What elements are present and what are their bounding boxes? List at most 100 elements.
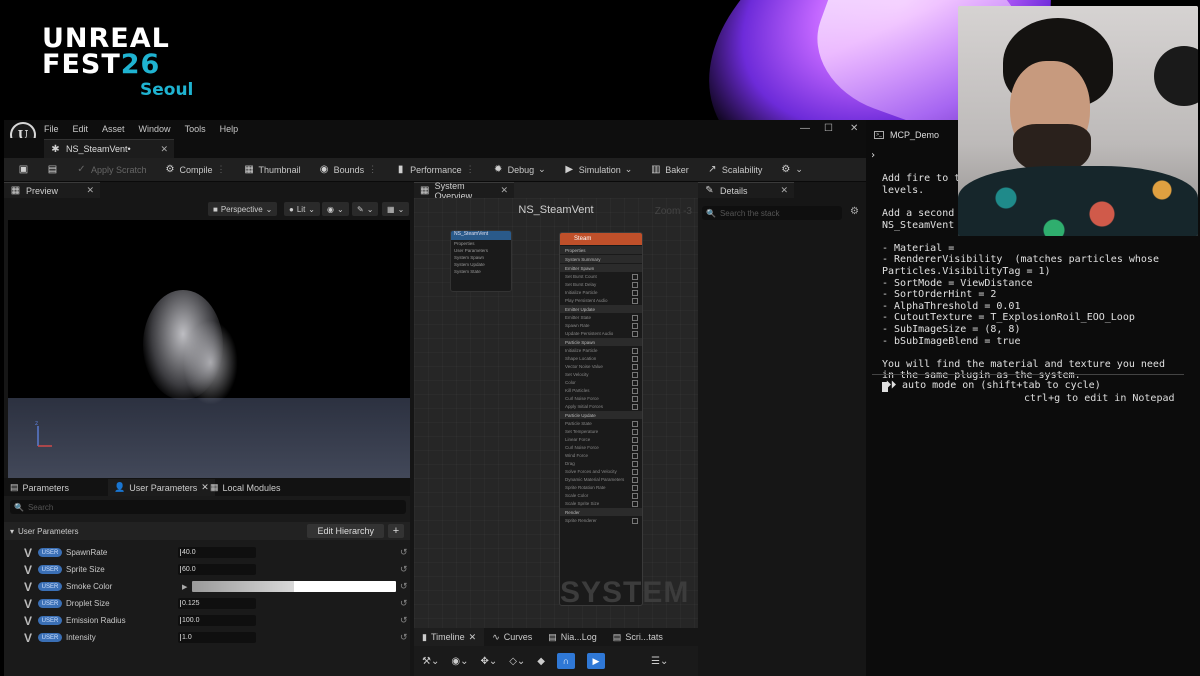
emitter-section-header[interactable]: Particle Spawn xyxy=(560,338,642,346)
emitter-module[interactable]: Initialize Particle xyxy=(560,288,642,296)
tab-curves[interactable]: ∿ Curves xyxy=(484,628,540,646)
stack-search-input[interactable]: 🔍 Search the stack xyxy=(702,206,842,220)
emitter-module[interactable]: Set Velocity xyxy=(560,370,642,378)
tab-parameters[interactable]: ▤ Parameters xyxy=(4,479,75,496)
emitter-module[interactable]: Apply Initial Forces xyxy=(560,402,642,410)
close-icon[interactable]: ✕ xyxy=(850,123,858,134)
thumbnail-button[interactable]: ▦ Thumbnail xyxy=(238,160,307,180)
tab-timeline[interactable]: ▮ Timeline ✕ xyxy=(414,628,485,646)
perspective-dropdown[interactable]: ■ Perspective ⌄ xyxy=(208,202,278,216)
emitter-module[interactable]: Vector Noise Value xyxy=(560,362,642,370)
emitter-module[interactable]: Scale Sprite Size xyxy=(560,499,642,507)
bounds-button[interactable]: ◉ Bounds ⋮ xyxy=(313,160,384,180)
emitter-module[interactable]: Emitter State xyxy=(560,313,642,321)
emitter-module[interactable]: Solve Forces and Velocity xyxy=(560,467,642,475)
menu-window[interactable]: Window xyxy=(139,124,171,134)
save-button[interactable]: ▣ xyxy=(12,160,35,180)
compile-button[interactable]: ⚙ Compile ⋮ xyxy=(159,160,232,180)
show-dropdown[interactable]: ◉ ⌄ xyxy=(322,202,349,216)
emitter-node[interactable]: Steam Properties System Summary Emitter Sp… xyxy=(559,232,643,606)
layout-dropdown[interactable]: ▦ ⌄ xyxy=(382,202,410,216)
browse-button[interactable]: ▤ xyxy=(41,160,64,180)
tab-niagara-log[interactable]: ▤ Nia...Log xyxy=(540,628,605,646)
emitter-module[interactable]: Curl Noise Force xyxy=(560,394,642,402)
emitter-node-header[interactable]: Steam xyxy=(560,233,642,245)
emitter-module[interactable]: Particle State xyxy=(560,419,642,427)
param-row-sprite-size[interactable]: V USER Sprite Size 60.0 ↺ xyxy=(4,561,410,578)
emitter-module[interactable]: Sprite Renderer xyxy=(560,516,642,524)
emitter-module[interactable]: Set Temperature xyxy=(560,427,642,435)
emitter-module[interactable]: Initialize Particle xyxy=(560,346,642,354)
reset-icon[interactable]: ↺ xyxy=(400,615,408,626)
simulation-dropdown[interactable]: ▶ Simulation ⌄ xyxy=(558,160,639,180)
reset-icon[interactable]: ↺ xyxy=(400,564,408,575)
param-value-field[interactable]: 60.0 xyxy=(178,564,256,575)
close-tab-icon[interactable]: ✕ xyxy=(86,185,94,196)
emitter-module[interactable]: Shape Location xyxy=(560,354,642,362)
system-node-line[interactable]: Properties xyxy=(451,240,511,247)
tab-scratch-stats[interactable]: ▤ Scri...tats xyxy=(605,628,671,646)
emitter-module[interactable]: Wind Force xyxy=(560,451,642,459)
emitter-module[interactable]: Play Persistent Audio xyxy=(560,296,642,304)
close-tab-icon[interactable]: ✕ xyxy=(500,185,508,196)
tools-dropdown[interactable]: ✎ ⌄ xyxy=(352,202,379,216)
menu-tools[interactable]: Tools xyxy=(185,124,206,134)
close-tab-icon[interactable]: ✕ xyxy=(469,632,477,643)
emitter-module[interactable]: Color xyxy=(560,378,642,386)
tab-preview[interactable]: ▦ Preview ✕ xyxy=(4,182,100,198)
debug-dropdown[interactable]: ✹ Debug ⌄ xyxy=(487,160,552,180)
tab-local-modules[interactable]: ▦ Local Modules xyxy=(204,479,287,496)
system-node-line[interactable]: System Spawn xyxy=(451,254,511,261)
reset-icon[interactable]: ↺ xyxy=(400,581,408,592)
add-parameter-button[interactable]: + xyxy=(388,524,404,538)
preview-viewport[interactable]: z xyxy=(8,220,410,478)
param-value-field[interactable]: 40.0 xyxy=(178,547,256,558)
wrench-icon[interactable]: ⚒⌄ xyxy=(422,656,439,667)
color-swatch[interactable] xyxy=(192,581,396,592)
lit-dropdown[interactable]: ● Lit ⌄ xyxy=(284,202,320,216)
emitter-module[interactable]: Dynamic Material Parameters xyxy=(560,475,642,483)
menu-edit[interactable]: Edit xyxy=(73,124,89,134)
eye-icon[interactable]: ◉⌄ xyxy=(451,656,468,667)
emitter-module[interactable]: Update Persistent Audio xyxy=(560,329,642,337)
param-row-intensity[interactable]: V USER Intensity 1.0 ↺ xyxy=(4,629,410,646)
param-row-droplet-size[interactable]: V USER Droplet Size 0.125 ↺ xyxy=(4,595,410,612)
transform-icon[interactable]: ✥⌄ xyxy=(480,656,497,667)
emitter-section-header[interactable]: Emitter Spawn xyxy=(560,264,642,272)
close-tab-icon[interactable]: ✕ xyxy=(160,144,168,155)
emitter-module[interactable]: Drag xyxy=(560,459,642,467)
menu-asset[interactable]: Asset xyxy=(102,124,125,134)
emitter-section-header[interactable]: Render xyxy=(560,508,642,516)
document-tab[interactable]: ✱ NS_SteamVent• ✕ xyxy=(44,139,174,158)
emitter-module[interactable]: Set Burst Count xyxy=(560,272,642,280)
playhead-icon[interactable]: ▶ xyxy=(587,653,605,669)
emitter-module[interactable]: Curl Noise Force xyxy=(560,443,642,451)
edit-hierarchy-button[interactable]: Edit Hierarchy xyxy=(307,524,384,538)
overview-graph-canvas[interactable]: NS_SteamVent Zoom -3 NS_SteamVent Proper… xyxy=(414,198,698,628)
emitter-module[interactable]: Kill Particles xyxy=(560,386,642,394)
tab-system-overview[interactable]: ▦ System Overview ✕ xyxy=(414,181,514,201)
emitter-module[interactable]: Sprite Rotation Rate xyxy=(560,483,642,491)
close-tab-icon[interactable]: ✕ xyxy=(780,185,788,196)
user-parameters-header[interactable]: ▾ User Parameters Edit Hierarchy + xyxy=(4,522,410,540)
emitter-module[interactable]: Set Burst Delay xyxy=(560,280,642,288)
system-node-line[interactable]: System Update xyxy=(451,261,511,268)
menu-file[interactable]: File xyxy=(44,124,59,134)
emitter-section-header[interactable]: Particle Update xyxy=(560,411,642,419)
emitter-section-header[interactable]: Properties xyxy=(560,246,642,254)
performance-button[interactable]: ▮ Performance ⋮ xyxy=(389,160,481,180)
system-node-line[interactable]: System State xyxy=(451,268,511,275)
key-icon[interactable]: ◇⌄ xyxy=(509,656,525,667)
param-value-field[interactable]: 100.0 xyxy=(178,615,256,626)
snap-icon[interactable]: ∩ xyxy=(557,653,575,669)
param-row-emission-radius[interactable]: V USER Emission Radius 100.0 ↺ xyxy=(4,612,410,629)
apply-scratch-button[interactable]: ✓ Apply Scratch xyxy=(70,160,153,180)
param-value-field[interactable]: 1.0 xyxy=(178,632,256,643)
minimize-icon[interactable]: — xyxy=(800,123,810,134)
reset-icon[interactable]: ↺ xyxy=(400,598,408,609)
gear-icon[interactable]: ⚙ xyxy=(850,206,859,217)
param-row-spawnrate[interactable]: V USER SpawnRate 40.0 ↺ xyxy=(4,544,410,561)
emitter-module[interactable]: Linear Force xyxy=(560,435,642,443)
param-row-smoke-color[interactable]: V USER Smoke Color ▶ ↺ xyxy=(4,578,410,595)
reset-icon[interactable]: ↺ xyxy=(400,547,408,558)
